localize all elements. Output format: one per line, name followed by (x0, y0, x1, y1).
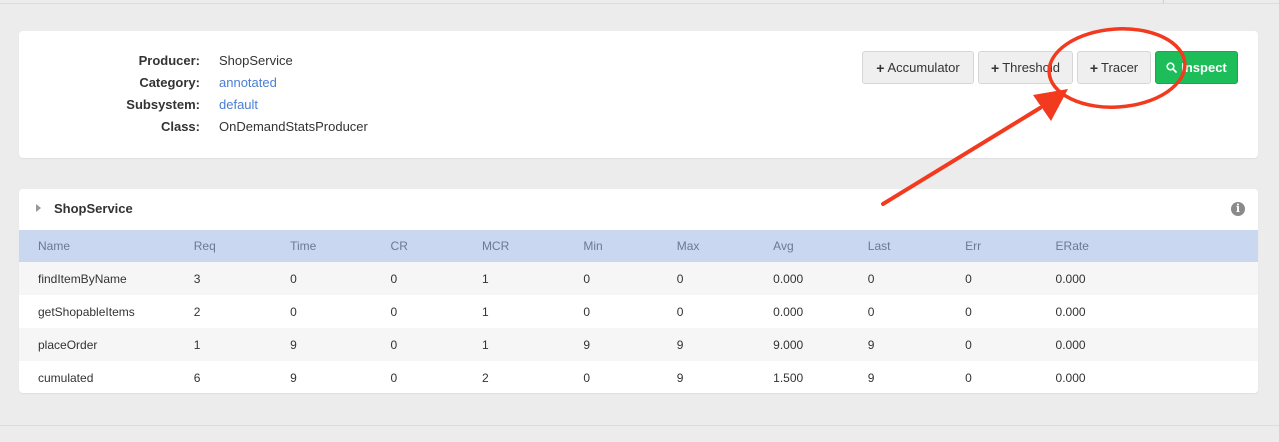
table-cell-last: 0 (867, 304, 875, 319)
footer-divider (0, 425, 1279, 426)
table-cell-req: 3 (193, 271, 201, 286)
table-cell-err: 0 (965, 370, 972, 385)
table-cell-mcr: 2 (481, 370, 489, 385)
table-cell-erate: 0.000 (1055, 337, 1086, 352)
stats-table: Name Req Time CR MCR Min Max Avg Last Err ERate fi… (19, 230, 1258, 393)
add-accumulator-button[interactable]: + Accumulator (862, 51, 974, 84)
table-row[interactable]: getShopableItems 2 0 0 1 0 0 0.000 0 0 0.000 (19, 295, 1258, 328)
table-cell-name: placeOrder (38, 337, 98, 352)
table-cell-min: 0 (583, 304, 591, 319)
column-header-cr[interactable]: CR (391, 230, 482, 262)
class-value: OnDemandStatsProducer (219, 119, 368, 134)
table-cell-err: 0 (965, 337, 972, 352)
info-circle-icon[interactable]: i (1231, 202, 1245, 216)
table-cell-last: 9 (867, 337, 875, 352)
table-cell-last: 9 (867, 370, 875, 385)
table-cell-avg: 0.000 (773, 271, 804, 286)
inspect-label: Inspect (1181, 60, 1227, 75)
table-cell-time: 9 (290, 370, 297, 385)
table-cell-min: 0 (583, 370, 591, 385)
table-cell-req: 1 (193, 337, 201, 352)
add-threshold-button[interactable]: + Threshold (978, 51, 1073, 84)
table-cell-err: 0 (965, 271, 972, 286)
table-cell-name: findItemByName (38, 271, 127, 286)
plus-icon: + (1089, 59, 1099, 76)
expand-caret-icon[interactable] (36, 204, 41, 212)
column-header-req[interactable]: Req (194, 230, 290, 262)
category-link[interactable]: annotated (219, 75, 277, 90)
table-cell-cr: 0 (390, 337, 398, 352)
table-cell-avg: 1.500 (773, 370, 804, 385)
stats-card: ShopService i Name Req Time CR MCR Min Max Avg L… (19, 189, 1258, 393)
table-cell-avg: 0.000 (773, 304, 804, 319)
column-header-min[interactable]: Min (583, 230, 676, 262)
table-cell-time: 0 (290, 271, 297, 286)
table-cell-mcr: 1 (481, 271, 489, 286)
plus-icon: + (991, 59, 1000, 76)
table-cell-min: 9 (583, 337, 591, 352)
add-tracer-button[interactable]: + Tracer (1077, 51, 1151, 84)
table-cell-err: 0 (965, 304, 972, 319)
inspect-button[interactable]: Inspect (1155, 51, 1238, 84)
column-header-name[interactable]: Name (19, 230, 194, 262)
table-cell-max: 0 (676, 271, 684, 286)
column-header-last[interactable]: Last (868, 230, 965, 262)
table-header-row: Name Req Time CR MCR Min Max Avg Last Err ERate (19, 230, 1258, 262)
table-body: findItemByName 3 0 0 1 0 0 0.000 0 0 0.000 getShopa… (19, 262, 1258, 393)
plus-icon: + (876, 59, 885, 76)
subsystem-link[interactable]: default (219, 97, 258, 112)
table-cell-cr: 0 (390, 304, 398, 319)
producer-value: ShopService (219, 53, 293, 68)
table-cell-max: 0 (676, 304, 684, 319)
table-cell-erate: 0.000 (1055, 370, 1086, 385)
table-row[interactable]: findItemByName 3 0 0 1 0 0 0.000 0 0 0.000 (19, 262, 1258, 295)
table-cell-avg: 9.000 (773, 337, 804, 352)
producer-label: Producer: (138, 53, 200, 68)
table-cell-min: 0 (583, 271, 591, 286)
search-icon (1166, 62, 1178, 73)
table-row[interactable]: placeOrder 1 9 0 1 9 9 9.000 9 0 0.000 (19, 328, 1258, 361)
table-cell-name: getShopableItems (38, 304, 135, 319)
top-bar-divider (1163, 0, 1164, 3)
table-cell-req: 6 (193, 370, 201, 385)
section-title: ShopService (54, 201, 133, 216)
table-cell-erate: 0.000 (1055, 304, 1086, 319)
table-cell-last: 0 (867, 271, 875, 286)
table-cell-mcr: 1 (481, 304, 489, 319)
table-cell-max: 9 (676, 370, 684, 385)
column-header-avg[interactable]: Avg (773, 230, 868, 262)
category-label: Category: (139, 75, 200, 90)
class-label: Class: (160, 119, 200, 134)
producer-info-card: Producer: ShopService Category: annotate… (19, 31, 1258, 158)
table-cell-mcr: 1 (481, 337, 489, 352)
column-header-mcr[interactable]: MCR (482, 230, 583, 262)
table-cell-time: 0 (290, 304, 297, 319)
table-cell-time: 9 (290, 337, 297, 352)
subsystem-label: Subsystem: (126, 97, 200, 112)
tracer-label: Tracer (1101, 60, 1139, 75)
table-cell-cr: 0 (390, 271, 398, 286)
column-header-time[interactable]: Time (290, 230, 390, 262)
table-cell-erate: 0.000 (1055, 271, 1086, 286)
threshold-label: Threshold (1002, 60, 1060, 75)
column-header-erate[interactable]: ERate (1056, 230, 1258, 262)
top-bar (0, 0, 1279, 4)
table-cell-cr: 0 (390, 370, 398, 385)
table-cell-req: 2 (193, 304, 201, 319)
column-header-max[interactable]: Max (677, 230, 773, 262)
table-row[interactable]: cumulated 6 9 0 2 0 9 1.500 9 0 0.000 (19, 361, 1258, 393)
table-cell-max: 9 (676, 337, 684, 352)
column-header-err[interactable]: Err (965, 230, 1055, 262)
accumulator-label: Accumulator (887, 60, 960, 75)
section-header[interactable]: ShopService i (19, 189, 1258, 230)
table-cell-name: cumulated (38, 370, 94, 385)
